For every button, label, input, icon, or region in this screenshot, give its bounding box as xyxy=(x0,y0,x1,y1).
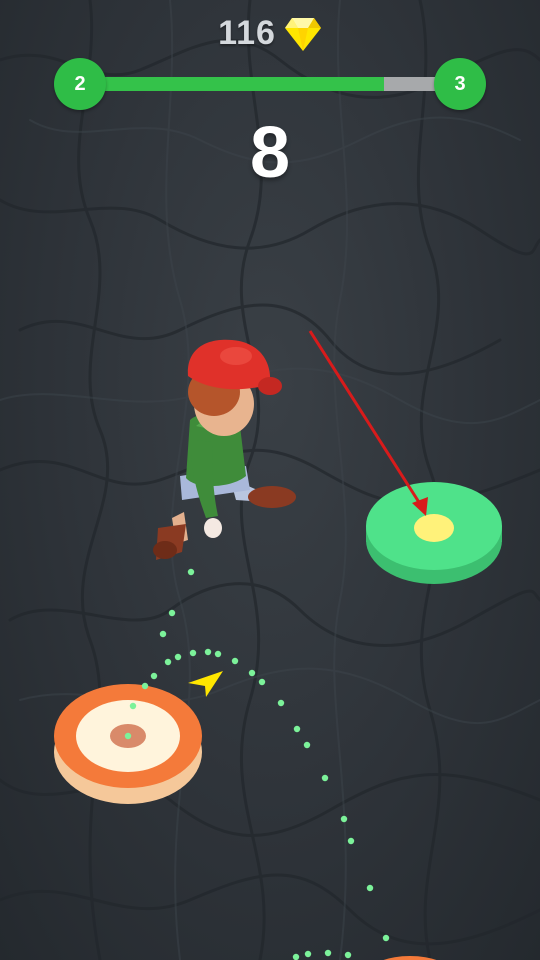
diamond-icon xyxy=(284,17,321,51)
current-level-badge: 2 xyxy=(54,58,106,110)
aim-line xyxy=(308,330,428,516)
hud: 116 2 3 8 xyxy=(0,0,540,200)
next-platform-edge xyxy=(383,956,437,960)
gem-count: 116 xyxy=(218,14,276,52)
score: 8 xyxy=(249,113,291,193)
game-stage[interactable]: 116 2 3 8 xyxy=(0,0,540,960)
gem-counter: 116 xyxy=(0,14,540,53)
start-platform xyxy=(54,684,202,804)
target-platform[interactable] xyxy=(366,482,502,584)
progress-fill xyxy=(80,77,384,91)
level-progress: 2 3 xyxy=(54,58,486,110)
progress-track xyxy=(80,77,460,91)
direction-arrow-icon xyxy=(188,671,223,697)
next-level-badge: 3 xyxy=(434,58,486,110)
character xyxy=(153,339,296,560)
